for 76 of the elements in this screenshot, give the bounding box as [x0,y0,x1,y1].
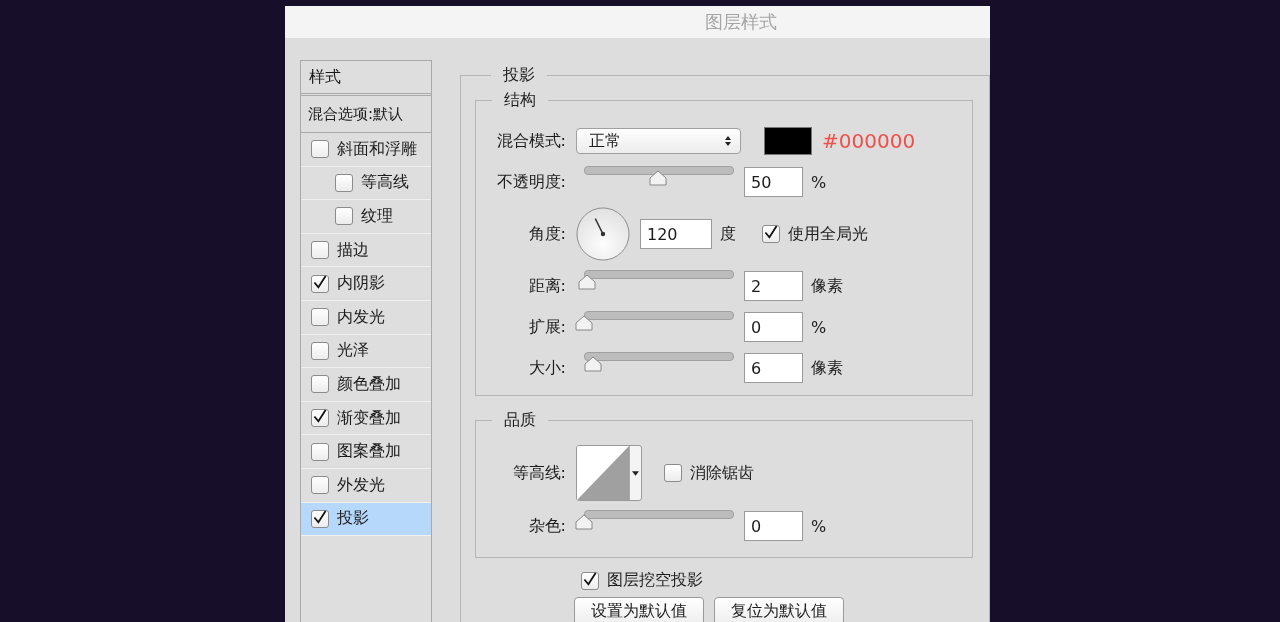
check-icon [582,570,598,588]
sidebar-item[interactable]: 内发光 [301,300,431,335]
unit-label: 像素 [811,275,843,297]
checkbox-label: 图层挖空投影 [607,570,703,591]
updown-arrows-icon [724,135,732,147]
checkbox[interactable] [311,341,329,360]
slider-thumb[interactable] [649,170,667,186]
field-label: 不透明度: [495,171,566,193]
checkbox[interactable] [311,409,329,428]
window-title: 图层样式 [705,10,777,34]
checkbox[interactable] [311,274,329,293]
check-icon [312,273,328,291]
value-field[interactable]: 50 [744,167,803,197]
sidebar-item[interactable]: 内阴影 [301,267,431,301]
unit-label: % [811,317,827,337]
angle-field[interactable]: 120 [640,219,712,249]
field-label: 角度: [527,223,566,245]
slider-thumb[interactable] [575,315,593,331]
angle-dial[interactable] [576,207,630,261]
field-label: 混合模式: [495,130,566,152]
checkbox[interactable] [311,509,329,528]
sidebar-item[interactable]: 描边 [301,233,431,268]
contour-picker[interactable] [576,445,642,501]
caret-icon [632,470,639,476]
checkbox[interactable] [311,241,329,260]
group-title: 结构 [503,90,537,111]
field-label: 等高线: [511,462,566,484]
checkbox[interactable] [311,308,329,327]
sidebar-item[interactable]: 等高线 [301,166,431,201]
checkbox[interactable] [311,442,329,461]
sidebar-item[interactable]: 投影 [301,502,431,537]
section-title: 投影 [502,65,536,86]
checkbox[interactable] [311,140,329,159]
group-title: 品质 [503,410,537,431]
value-field[interactable]: 0 [744,312,803,342]
slider-thumb[interactable] [575,514,593,530]
checkbox[interactable] [335,207,353,226]
slider-thumb[interactable] [583,356,602,372]
checkbox[interactable] [664,464,682,482]
contour-curve-icon [577,446,629,500]
field-label: 杂色: [527,515,566,537]
check-icon [763,224,779,241]
checkbox[interactable] [311,375,329,394]
blend-mode-dropdown[interactable]: 正常 [576,128,741,154]
sidebar-item[interactable]: 图案叠加 [301,435,431,469]
sidebar-item[interactable]: 纹理 [301,200,431,234]
unit-label: 度 [720,223,736,245]
unit-label: % [811,516,827,536]
value-field[interactable]: 0 [744,511,803,541]
sidebar-item[interactable]: 渐变叠加 [301,401,431,436]
field-label: 距离: [527,275,566,297]
sidebar-item[interactable]: 外发光 [301,468,431,503]
checkbox[interactable] [762,225,780,243]
value-field[interactable]: 2 [744,271,803,301]
sidebar-item[interactable]: 颜色叠加 [301,368,431,402]
color-swatch[interactable] [764,127,812,155]
check-icon [312,508,328,526]
default-button[interactable]: 设置为默认值 [574,597,704,622]
checkbox-label: 使用全局光 [788,223,868,245]
unit-label: % [811,172,827,192]
default-button[interactable]: 复位为默认值 [714,597,844,622]
sidebar-item[interactable]: 混合选项:默认 [301,96,431,133]
field-label: 大小: [527,357,566,379]
color-code: #000000 [822,129,916,153]
checkbox[interactable] [581,571,599,590]
sidebar-item[interactable]: 光泽 [301,334,431,369]
value-field[interactable]: 6 [744,353,803,383]
slider-thumb[interactable] [577,274,596,290]
checkbox[interactable] [335,173,353,192]
sidebar-header: 样式 [301,61,431,96]
check-icon [312,408,328,426]
sidebar-item[interactable]: 斜面和浮雕 [301,133,431,167]
field-label: 扩展: [527,316,566,338]
checkbox[interactable] [311,476,329,495]
unit-label: 像素 [811,357,843,379]
checkbox-label: 消除锯齿 [690,462,754,484]
